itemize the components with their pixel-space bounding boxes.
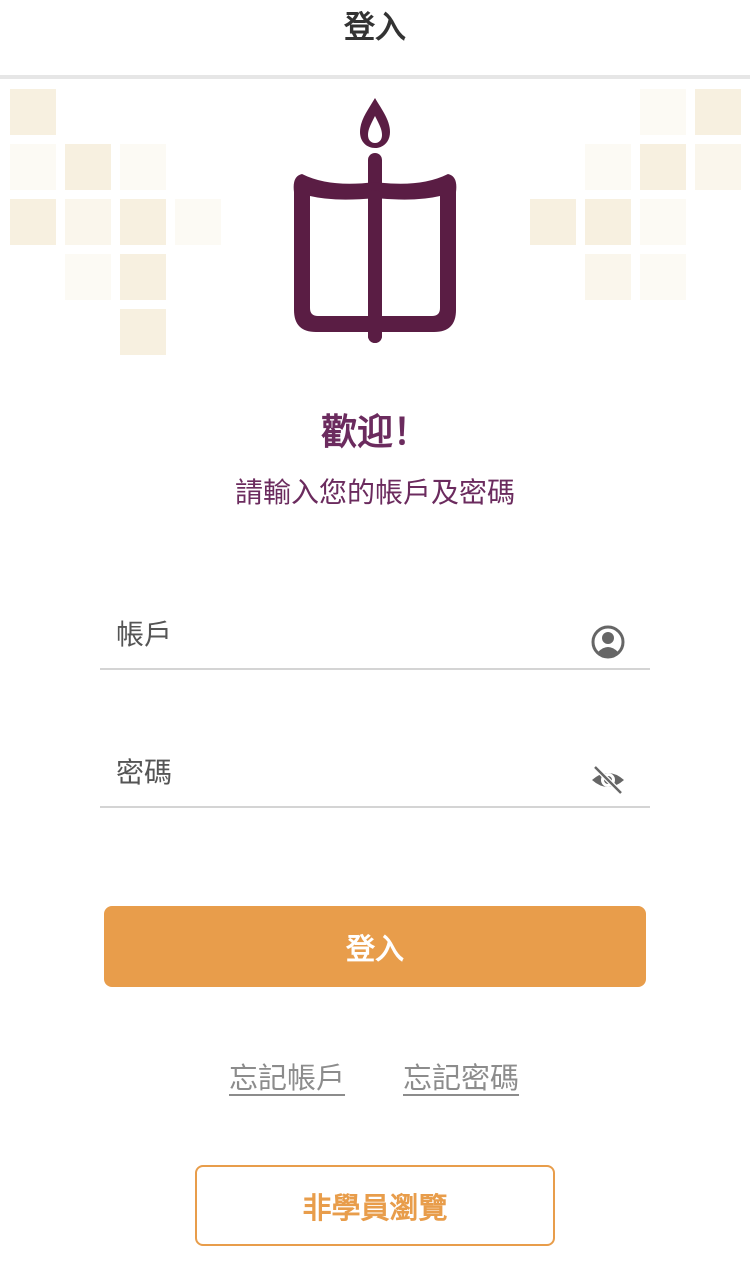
guest-browse-button[interactable]: 非學員瀏覽 xyxy=(195,1165,555,1246)
password-field xyxy=(100,742,650,808)
user-circle-icon xyxy=(591,625,625,659)
forgot-password-link[interactable]: 忘記密碼 xyxy=(403,1058,519,1098)
account-input[interactable] xyxy=(100,604,586,664)
forgot-account-link[interactable]: 忘記帳戶 xyxy=(229,1058,345,1098)
book-cross-logo-icon xyxy=(293,98,457,343)
login-button[interactable]: 登入 xyxy=(104,906,646,987)
welcome-title: 歡迎！ xyxy=(320,412,429,453)
account-field xyxy=(100,604,650,670)
header-bar: 登入 xyxy=(0,0,750,79)
eye-slash-icon[interactable] xyxy=(590,762,626,798)
password-input[interactable] xyxy=(100,742,586,802)
welcome-subtitle: 請輸入您的帳戶及密碼 xyxy=(234,476,515,509)
page-title: 登入 xyxy=(344,10,406,46)
